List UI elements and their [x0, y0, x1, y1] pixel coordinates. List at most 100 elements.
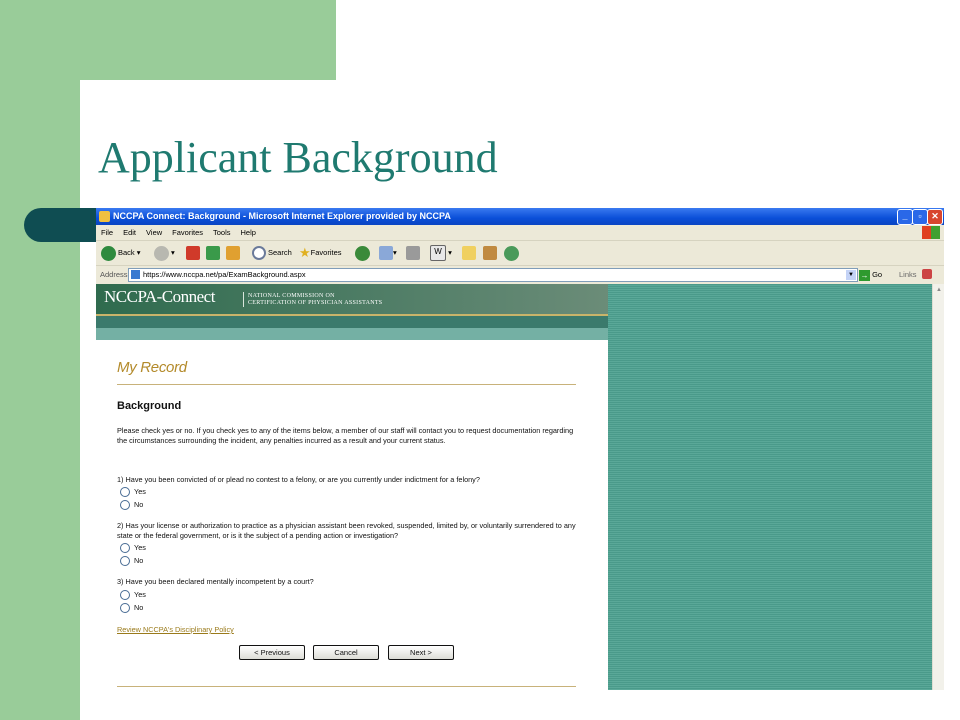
home-button[interactable]	[226, 244, 240, 262]
site-banner: NCCPA-Connect NATIONAL COMMISSION ON CER…	[96, 284, 608, 314]
q1-no-label: No	[134, 500, 144, 509]
discuss-button[interactable]	[462, 244, 476, 262]
address-url: https://www.nccpa.net/pa/ExamBackground.…	[143, 270, 306, 279]
star-icon: ★	[299, 245, 311, 261]
q1-yes-option[interactable]: Yes	[120, 487, 146, 498]
q1-no-option[interactable]: No	[120, 500, 144, 511]
page-icon	[131, 270, 140, 279]
vertical-scrollbar[interactable]: ▲	[932, 284, 944, 690]
research-icon	[483, 246, 497, 261]
question-3: 3) Have you been declared mentally incom…	[117, 577, 314, 586]
windows-logo-icon	[922, 226, 940, 239]
page-heading: Background	[117, 400, 182, 412]
links-label[interactable]: Links	[899, 266, 917, 283]
previous-button[interactable]: < Previous	[239, 645, 305, 660]
menu-favorites[interactable]: Favorites	[167, 225, 208, 240]
question-2: 2) Has your license or authorization to …	[117, 521, 576, 540]
scroll-up-icon[interactable]: ▲	[934, 285, 944, 295]
address-bar: Address https://www.nccpa.net/pa/ExamBac…	[96, 266, 944, 283]
address-dropdown-icon[interactable]: ▼	[846, 270, 856, 280]
q3-no-radio[interactable]	[120, 603, 130, 614]
menu-edit[interactable]: Edit	[118, 225, 141, 240]
q2-yes-radio[interactable]	[120, 543, 130, 554]
mail-button[interactable]: ▾	[379, 244, 397, 262]
back-label: Back	[118, 248, 135, 257]
menu-help[interactable]: Help	[236, 225, 261, 240]
messenger-icon	[504, 245, 519, 261]
close-button[interactable]: ✕	[927, 209, 943, 225]
web-page: NCCPA-Connect NATIONAL COMMISSION ON CER…	[96, 284, 608, 690]
messenger-button[interactable]	[504, 244, 521, 262]
q3-yes-radio[interactable]	[120, 590, 130, 601]
toolbar: Back ▾ ▾ Search ★Favorites ▾ W ▾	[96, 241, 944, 266]
q3-yes-label: Yes	[134, 590, 146, 599]
ie-icon	[99, 211, 110, 222]
q3-no-label: No	[134, 603, 144, 612]
menu-file[interactable]: File	[96, 225, 118, 240]
address-label: Address	[100, 270, 128, 279]
q2-yes-option[interactable]: Yes	[120, 543, 146, 554]
forward-button[interactable]: ▾	[154, 244, 175, 262]
favorites-label: Favorites	[310, 248, 342, 257]
menu-view[interactable]: View	[141, 225, 167, 240]
favorites-button[interactable]: ★Favorites	[299, 244, 342, 262]
site-logo[interactable]: NCCPA-Connect	[104, 287, 215, 307]
menu-tools[interactable]: Tools	[208, 225, 236, 240]
page-viewport: NCCPA-Connect NATIONAL COMMISSION ON CER…	[96, 284, 932, 690]
nav-band	[96, 316, 608, 328]
back-arrow-icon	[101, 245, 116, 261]
org-name-line2: CERTIFICATION OF PHYSICIAN ASSISTANTS	[248, 300, 383, 306]
note-icon	[462, 246, 476, 261]
title-bar: NCCPA Connect: Background - Microsoft In…	[96, 208, 944, 225]
refresh-icon	[206, 246, 220, 261]
q2-no-option[interactable]: No	[120, 556, 144, 567]
mail-icon	[379, 246, 393, 261]
window-title: NCCPA Connect: Background - Microsoft In…	[113, 211, 451, 221]
word-icon: W	[430, 245, 446, 262]
q2-no-label: No	[134, 556, 144, 565]
q3-no-option[interactable]: No	[120, 603, 144, 614]
minimize-button[interactable]: _	[897, 209, 913, 225]
section-title: My Record	[117, 359, 187, 376]
disciplinary-policy-link[interactable]: Review NCCPA's Disciplinary Policy	[117, 625, 234, 634]
cancel-button[interactable]: Cancel	[313, 645, 379, 660]
maximize-button[interactable]: ▫	[912, 209, 928, 225]
search-label: Search	[268, 248, 292, 257]
stop-icon	[186, 246, 200, 261]
q2-no-radio[interactable]	[120, 556, 130, 567]
q1-no-radio[interactable]	[120, 500, 130, 511]
slide-title: Applicant Background	[98, 133, 498, 182]
print-icon	[406, 246, 420, 261]
intro-text: Please check yes or no. If you check yes…	[117, 426, 574, 445]
browser-window: NCCPA Connect: Background - Microsoft In…	[96, 208, 944, 690]
question-1: 1) Have you been convicted of or plead n…	[117, 475, 480, 484]
search-button[interactable]: Search	[252, 244, 292, 262]
research-button[interactable]	[483, 244, 497, 262]
go-label: Go	[872, 270, 883, 279]
footer-divider	[117, 686, 576, 687]
divider	[117, 384, 576, 385]
menu-bar: File Edit View Favorites Tools Help	[96, 225, 944, 241]
history-button[interactable]	[355, 244, 372, 262]
q1-yes-label: Yes	[134, 487, 146, 496]
print-button[interactable]	[406, 244, 420, 262]
next-button[interactable]: Next >	[388, 645, 454, 660]
q1-yes-radio[interactable]	[120, 487, 130, 498]
home-icon	[226, 246, 240, 261]
refresh-button[interactable]	[206, 244, 220, 262]
edit-button[interactable]: W ▾	[430, 244, 452, 262]
go-button[interactable]: → Go	[859, 268, 889, 281]
address-input[interactable]: https://www.nccpa.net/pa/ExamBackground.…	[128, 268, 858, 282]
search-icon	[252, 246, 266, 261]
q2-yes-label: Yes	[134, 543, 146, 552]
history-icon	[355, 245, 370, 261]
q3-yes-option[interactable]: Yes	[120, 590, 146, 601]
org-name: NATIONAL COMMISSION ON CERTIFICATION OF …	[248, 293, 382, 307]
back-button[interactable]: Back ▾	[101, 244, 141, 262]
go-arrow-icon: →	[859, 269, 870, 281]
stop-button[interactable]	[186, 244, 200, 262]
slide-decoration-left	[0, 0, 80, 720]
subnav-band	[96, 328, 608, 340]
forward-arrow-icon	[154, 245, 169, 261]
links-icon[interactable]	[922, 269, 932, 279]
